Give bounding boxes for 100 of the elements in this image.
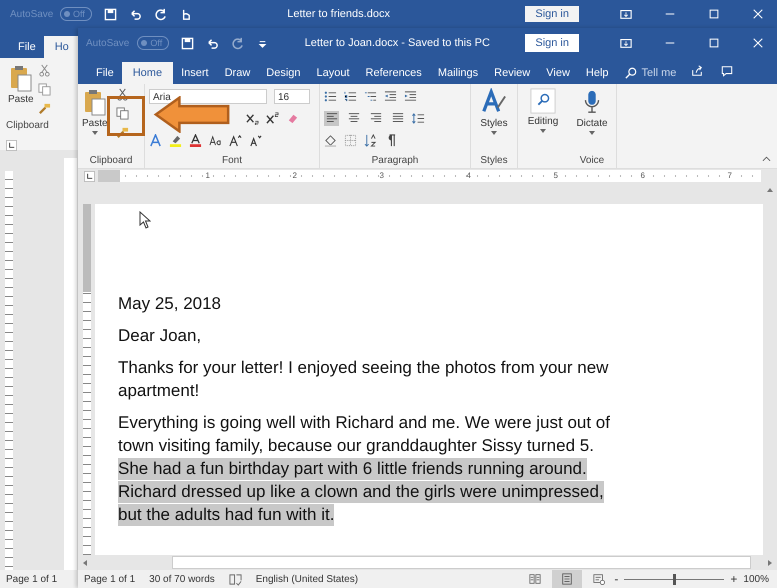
multilevel-list-icon[interactable] — [364, 90, 377, 102]
undo-icon[interactable] — [206, 36, 220, 50]
group-label: Styles — [479, 155, 509, 166]
word-count: 30 of 70 words — [149, 574, 215, 584]
save-icon[interactable] — [104, 8, 117, 20]
ruler-number: 6 — [640, 171, 645, 181]
increase-indent-icon[interactable] — [404, 90, 417, 102]
text-line: Thanks for your letter! I enjoyed seeing the photos from your new — [118, 358, 608, 377]
ruler-number: 2 — [292, 171, 297, 181]
text-effects-icon[interactable] — [149, 134, 162, 146]
scissors-icon[interactable] — [38, 64, 51, 77]
scissors-icon[interactable] — [116, 88, 129, 101]
ribbon-tab[interactable]: File — [88, 62, 122, 84]
font-size-field[interactable]: 16 — [274, 88, 310, 104]
font-name-field[interactable]: Aria — [149, 88, 267, 104]
ribbon-tab[interactable]: Insert — [173, 62, 217, 84]
ribbon-tab[interactable]: Review — [486, 62, 538, 84]
undo-icon[interactable] — [128, 8, 142, 20]
superscript-icon[interactable] — [266, 112, 279, 124]
format-painter-icon[interactable] — [38, 102, 51, 115]
shading-icon[interactable] — [324, 134, 337, 146]
redo-icon[interactable] — [231, 36, 244, 50]
zoom-in-button[interactable]: + — [730, 572, 738, 586]
ribbon-display-icon[interactable] — [620, 37, 632, 49]
ribbon-tab[interactable]: Design — [258, 62, 309, 84]
scroll-left-icon[interactable] — [82, 558, 88, 566]
editing-label[interactable]: Editing — [528, 116, 558, 127]
text-line: May 25, 2018 — [118, 294, 222, 313]
mouse-pointer-icon — [139, 211, 151, 229]
caret-icon[interactable] — [540, 129, 546, 133]
styles-label[interactable]: Styles — [480, 118, 508, 129]
ribbon-tab[interactable]: Ho — [44, 36, 80, 58]
line-spacing-icon[interactable] — [412, 112, 425, 124]
tab-selector-icon[interactable] — [6, 140, 17, 151]
dictate-label[interactable]: Dictate — [576, 118, 608, 129]
shrink-font-icon[interactable] — [249, 134, 262, 146]
zoom-slider-thumb[interactable] — [673, 574, 676, 584]
paste-label: Paste — [82, 118, 108, 129]
save-icon[interactable] — [181, 36, 194, 50]
web-page-icon — [593, 573, 606, 585]
ruler-margin — [98, 170, 120, 182]
ruler-number: 1 — [206, 171, 210, 181]
sort-icon[interactable] — [364, 134, 377, 146]
language-label[interactable]: English (United States) — [256, 574, 358, 584]
ruler-number: 7 — [728, 171, 732, 181]
caret-icon[interactable] — [589, 131, 595, 135]
decrease-indent-icon[interactable] — [384, 90, 397, 102]
proofing-icon[interactable] — [228, 572, 242, 586]
sign-in-button[interactable]: Sign in — [525, 34, 579, 52]
numbering-icon[interactable] — [344, 90, 357, 102]
subscript-icon[interactable] — [246, 112, 259, 124]
zoom-level[interactable]: 100% — [743, 574, 769, 584]
ribbon-display-icon[interactable] — [620, 8, 632, 20]
print-layout-button[interactable] — [552, 570, 582, 588]
maximize-icon[interactable] — [708, 8, 720, 20]
ribbon-tab[interactable]: Home — [122, 62, 174, 84]
group-label: Paragraph — [370, 155, 420, 166]
ribbon-tab[interactable]: Help — [578, 62, 617, 84]
caret-icon[interactable] — [92, 131, 98, 135]
ribbon-tab[interactable]: References — [358, 62, 430, 84]
horizontal-scrollbar[interactable] — [78, 555, 777, 570]
ruler-number: 5 — [554, 171, 558, 181]
align-button[interactable] — [324, 110, 339, 126]
close-icon[interactable] — [752, 37, 764, 49]
grow-font-icon[interactable] — [229, 134, 242, 146]
ribbon-tab[interactable]: Mailings — [430, 62, 486, 84]
close-icon[interactable] — [752, 8, 764, 20]
borders-icon[interactable] — [344, 134, 357, 146]
scroll-right-icon[interactable] — [767, 558, 773, 566]
sign-in-button[interactable]: Sign in — [525, 6, 579, 22]
caret-icon[interactable] — [491, 131, 497, 135]
ribbon-tab[interactable]: Draw — [216, 62, 258, 84]
share-icon[interactable] — [691, 65, 704, 77]
search-icon[interactable] — [530, 88, 556, 114]
group-label: Clipboard — [88, 155, 134, 166]
scroll-up-icon[interactable] — [766, 187, 774, 193]
maximize-icon[interactable] — [708, 37, 720, 49]
change-case-icon[interactable] — [209, 134, 222, 146]
ribbon-tab[interactable]: File — [10, 36, 44, 58]
highlighter-icon[interactable] — [169, 134, 182, 146]
window-title: Letter to Joan.docx - Saved to this PC — [304, 37, 491, 49]
paste-icon[interactable] — [84, 88, 106, 116]
tab-selector-icon[interactable] — [84, 170, 95, 182]
redo-icon[interactable] — [154, 8, 167, 20]
comment-icon[interactable] — [721, 65, 734, 77]
ribbon-tab[interactable]: Layout — [308, 62, 358, 84]
zoom-out-button[interactable]: - — [614, 572, 618, 586]
text-line: town visiting family, because our granddaughter Sissy turned 5. — [118, 436, 594, 455]
collapse-ribbon-icon[interactable] — [762, 156, 771, 162]
group-label: Clipboard — [6, 120, 49, 131]
bullets-icon[interactable] — [324, 90, 337, 102]
page-count: Page 1 of 1 — [6, 574, 58, 584]
copy-icon[interactable] — [38, 83, 51, 96]
copy-icon[interactable] — [116, 107, 129, 120]
ribbon-tab[interactable]: View — [538, 62, 578, 84]
tell-me-field[interactable]: Tell me — [624, 62, 676, 84]
text-line: Everything is going well with Richard and me. We were just out of — [118, 413, 610, 432]
font-color-icon[interactable] — [189, 134, 202, 146]
paste-icon[interactable] — [10, 64, 32, 92]
format-painter-icon[interactable] — [116, 126, 129, 139]
